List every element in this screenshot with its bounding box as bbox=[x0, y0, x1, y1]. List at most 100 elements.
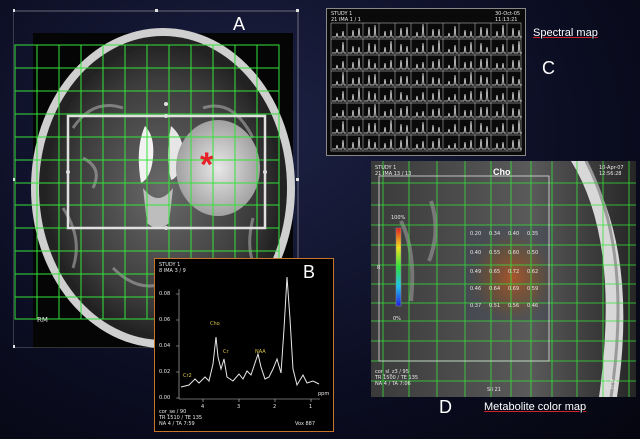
cell-spectrum bbox=[332, 30, 346, 38]
value-cell: 0.37 bbox=[470, 303, 482, 309]
cell-spectrum bbox=[380, 40, 394, 54]
cell-spectrum bbox=[332, 109, 346, 118]
metabolite-name: Cho bbox=[493, 167, 511, 177]
ytick-4: 0.00 bbox=[159, 395, 171, 401]
cell-spectrum bbox=[444, 104, 458, 118]
value-cell: 0.35 bbox=[527, 231, 539, 237]
cell-spectrum bbox=[444, 123, 458, 134]
cell-spectrum bbox=[332, 90, 346, 102]
cell-spectrum bbox=[412, 91, 426, 102]
cell-spectrum bbox=[348, 45, 362, 54]
cell-spectrum bbox=[492, 122, 506, 134]
ytick-0: 0.08 bbox=[159, 291, 171, 297]
cell-spectrum bbox=[492, 141, 506, 150]
value-cell: 0.64 bbox=[489, 286, 501, 292]
cell-spectrum bbox=[444, 55, 458, 70]
cell-spectrum bbox=[476, 87, 490, 102]
panel-b: STUDY 1 8 IMA 3 / 9 0.08 0.06 0.04 0.02 … bbox=[154, 258, 334, 432]
cell-spectrum bbox=[460, 71, 474, 86]
cell-spectrum bbox=[396, 91, 410, 102]
value-cell: 0.62 bbox=[527, 269, 539, 275]
cell-spectrum bbox=[396, 56, 410, 70]
cell-spectrum bbox=[508, 27, 522, 38]
cell-spectrum bbox=[492, 103, 506, 118]
value-cell: 0.59 bbox=[527, 286, 539, 292]
value-cell: 0.51 bbox=[489, 303, 501, 309]
cell-spectrum bbox=[412, 23, 426, 38]
spectrum-footer: cor_se / 90 TR 1510 / TE 135 NA 4 / TA 7… bbox=[159, 409, 203, 427]
cell-spectrum bbox=[428, 88, 442, 102]
color-map-footer-right: L_Be 5.61 bbox=[605, 379, 617, 391]
cell-spectrum bbox=[332, 60, 346, 70]
cell-spectrum bbox=[428, 39, 442, 54]
peak-label-cr: Cr bbox=[223, 349, 229, 355]
cell-spectrum bbox=[380, 108, 394, 118]
cell-spectrum bbox=[364, 58, 378, 70]
cell-spectrum bbox=[428, 124, 442, 134]
cell-spectrum bbox=[412, 110, 426, 118]
cell-spectrum bbox=[380, 78, 394, 86]
mri-image-d bbox=[371, 161, 636, 397]
color-map-header-right: 10-Apr-07 12:56:28 bbox=[599, 165, 624, 177]
cell-spectrum bbox=[476, 122, 490, 134]
value-cell: 0.46 bbox=[470, 286, 482, 292]
value-cell: 0.49 bbox=[470, 269, 482, 275]
cell-spectrum bbox=[460, 29, 474, 38]
value-cell: 0.50 bbox=[527, 250, 539, 256]
cell-spectrum bbox=[460, 120, 474, 134]
cell-spectrum bbox=[476, 42, 490, 54]
cell-spectrum bbox=[508, 40, 522, 54]
cell-spectrum bbox=[348, 27, 362, 38]
cell-spectrum bbox=[364, 103, 378, 118]
value-cell: 0.40 bbox=[470, 250, 482, 256]
cell-spectrum bbox=[396, 135, 410, 150]
peak-label-cr2: Cr2 bbox=[183, 373, 192, 379]
xtick-3: 1 bbox=[309, 404, 313, 410]
value-cell: 0.55 bbox=[489, 250, 501, 256]
panel-d: STUDY 1 21 IMA 13 / 13 10-Apr-07 12:56:2… bbox=[371, 161, 636, 397]
cell-spectrum bbox=[428, 107, 442, 118]
cell-spectrum bbox=[460, 90, 474, 102]
cell-spectrum bbox=[428, 58, 442, 70]
panel-c: STUDY 1 21 IMA 1 / 1 30-Oct-05 11:13:21 bbox=[326, 8, 526, 156]
overlay-label-rm: RM bbox=[37, 316, 48, 324]
cell-spectrum bbox=[364, 42, 378, 54]
cell-spectrum bbox=[380, 59, 394, 70]
cell-spectrum bbox=[428, 137, 442, 150]
cell-spectrum bbox=[364, 24, 378, 38]
value-cell: 0.69 bbox=[508, 286, 520, 292]
cell-spectrum bbox=[412, 42, 426, 54]
cell-spectrum bbox=[332, 139, 346, 150]
cell-spectrum bbox=[492, 43, 506, 54]
spectrum-plot bbox=[176, 276, 320, 402]
cell-spectrum bbox=[428, 76, 442, 86]
ytick-2: 0.04 bbox=[159, 343, 171, 349]
cell-spectrum bbox=[444, 93, 458, 102]
cell-spectrum bbox=[364, 138, 378, 150]
cell-spectrum bbox=[396, 43, 410, 54]
xtick-2: 2 bbox=[273, 404, 277, 410]
cell-spectrum bbox=[492, 73, 506, 86]
caption-spectral-map: Spectral map bbox=[533, 27, 598, 39]
cell-spectrum bbox=[460, 60, 474, 70]
cell-spectrum bbox=[460, 139, 474, 150]
value-cell: 0.60 bbox=[508, 250, 520, 256]
cell-spectrum bbox=[444, 74, 458, 86]
cell-spectrum bbox=[508, 119, 522, 134]
value-cell: 0.65 bbox=[489, 269, 501, 275]
tumor-marker: * bbox=[200, 146, 214, 184]
spectrum-footer-right: Vox 887 bbox=[295, 421, 316, 427]
cell-spectrum bbox=[396, 123, 410, 134]
cell-spectrum bbox=[364, 90, 378, 102]
cell-spectrum bbox=[444, 44, 458, 54]
cell-spectrum bbox=[444, 142, 458, 150]
cell-spectrum bbox=[348, 125, 362, 134]
cell-spectrum bbox=[396, 75, 410, 86]
cell-spectrum bbox=[380, 89, 394, 102]
cell-spectrum bbox=[508, 75, 522, 86]
cell-spectrum bbox=[380, 29, 394, 38]
cell-spectrum bbox=[508, 89, 522, 102]
cell-spectrum bbox=[364, 73, 378, 86]
cell-spectrum bbox=[476, 106, 490, 118]
ytick-3: 0.02 bbox=[159, 369, 171, 375]
